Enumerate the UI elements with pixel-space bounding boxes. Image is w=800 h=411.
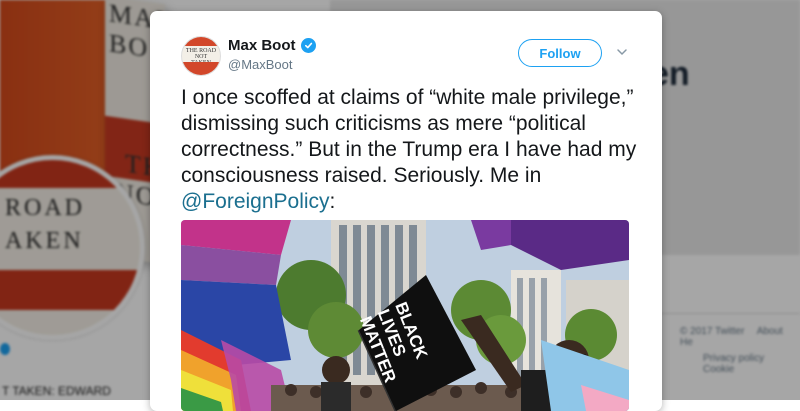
- tweet-text-end: :: [329, 190, 336, 213]
- tweet-card: THE ROAD NOT TAKEN Max Boot @MaxBoot Fol…: [150, 11, 662, 411]
- author-name-row: Max Boot: [228, 37, 316, 54]
- author-display-name[interactable]: Max Boot: [228, 37, 296, 54]
- tweet-author-avatar[interactable]: THE ROAD NOT TAKEN: [181, 36, 221, 76]
- tweet-photo[interactable]: BLACK LIVES MATTER: [181, 220, 629, 411]
- mention-link[interactable]: @ForeignPolicy: [181, 190, 330, 213]
- verified-badge-icon: [300, 38, 316, 53]
- tweet-text: I once scoffed at claims of “white male …: [181, 85, 641, 215]
- follow-button[interactable]: Follow: [518, 39, 602, 67]
- chevron-down-icon[interactable]: [616, 46, 628, 58]
- photo-illustration: BLACK LIVES MATTER: [181, 220, 629, 411]
- tweet-body: I once scoffed at claims of “white male …: [181, 86, 637, 187]
- author-handle[interactable]: @MaxBoot: [228, 57, 293, 72]
